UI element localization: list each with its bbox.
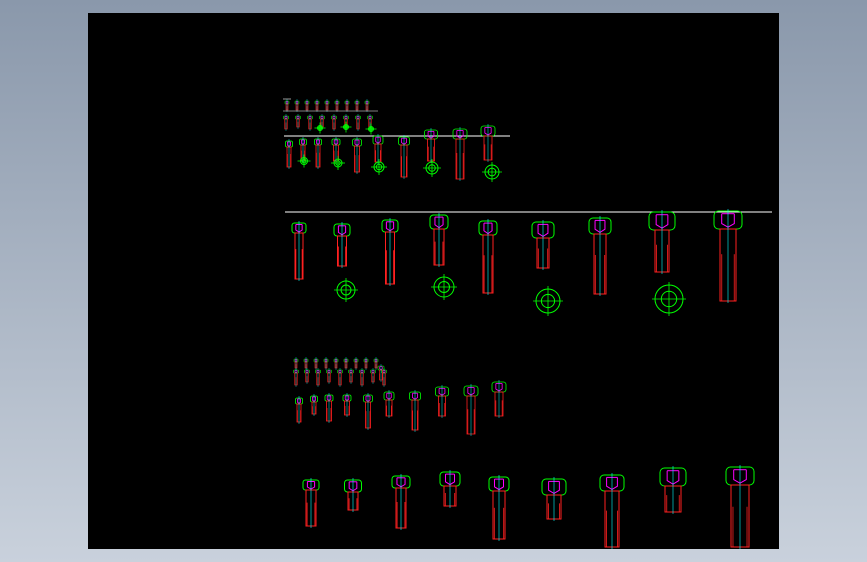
bolt-elevation xyxy=(343,357,349,370)
bolt-elevation xyxy=(352,137,362,174)
bolt-elevation xyxy=(599,473,625,549)
bolt-elevation xyxy=(478,219,498,295)
bolt-plan-view xyxy=(340,121,352,133)
bolt-plan-view xyxy=(482,162,502,182)
bolt-elevation xyxy=(531,220,555,270)
bolt-elevation xyxy=(541,477,567,521)
bolt-elevation xyxy=(659,466,687,514)
bolt-elevation xyxy=(383,390,395,418)
bolt-elevation xyxy=(344,99,350,112)
bolt-elevation xyxy=(334,99,340,112)
bolt-elevation xyxy=(313,357,319,370)
bolt-plan-view xyxy=(431,274,457,300)
bolt-elevation xyxy=(304,99,310,112)
bolt-elevation xyxy=(344,478,362,512)
bolt-elevation xyxy=(307,114,313,131)
bolt-elevation xyxy=(409,390,421,432)
bolt-elevation xyxy=(303,357,309,370)
bolt-plan-view xyxy=(371,159,387,175)
bolt-elevation xyxy=(302,478,320,528)
bolt-elevation xyxy=(359,368,365,387)
bolt-plan-view xyxy=(365,123,377,135)
bolt-elevation xyxy=(284,99,290,112)
bolt-elevation xyxy=(435,385,449,418)
bolt-elevation xyxy=(354,99,360,112)
bolt-elevation xyxy=(429,213,449,267)
bolt-elevation xyxy=(324,393,334,423)
bolt-elevation xyxy=(323,357,329,370)
bolt-elevation xyxy=(337,368,343,387)
bolt-elevation xyxy=(648,210,676,274)
bolt-elevation xyxy=(310,394,318,416)
bolt-elevation xyxy=(439,470,461,508)
bolt-elevation xyxy=(713,209,743,303)
bolt-plan-view xyxy=(297,154,311,168)
bolt-elevation xyxy=(291,221,307,281)
bolt-elevation xyxy=(285,139,293,169)
bolt-elevation xyxy=(488,475,510,541)
bolt-elevation xyxy=(331,114,337,131)
bolt-elevation xyxy=(293,368,299,387)
bolt-elevation xyxy=(342,393,352,417)
bolt-elevation xyxy=(725,465,755,549)
bolt-elevation xyxy=(314,137,322,169)
bolt-elevation xyxy=(333,357,339,370)
bolt-elevation xyxy=(364,99,370,112)
bolt-elevation xyxy=(363,357,369,370)
bolt-elevation xyxy=(348,368,354,384)
bolt-elevation xyxy=(373,357,379,370)
cad-viewport[interactable] xyxy=(88,13,779,549)
bolt-elevation xyxy=(324,99,330,112)
bolt-elevation xyxy=(381,218,399,286)
bolt-elevation xyxy=(588,216,612,296)
bolt-elevation xyxy=(491,380,507,418)
bolt-plan-view xyxy=(423,159,441,177)
bolt-elevation xyxy=(294,99,300,112)
bolt-elevations xyxy=(285,124,755,549)
bolt-elevation xyxy=(363,393,373,430)
cad-drawing xyxy=(283,98,772,549)
bolt-plan-view xyxy=(314,122,326,134)
bolt-elevation xyxy=(295,396,303,424)
tiny-bolt-rows xyxy=(283,98,387,387)
bolt-plan-view xyxy=(652,282,686,316)
bolt-plan-view xyxy=(334,278,358,302)
bolt-elevation xyxy=(333,222,351,268)
bolt-elevation xyxy=(326,368,332,384)
bolt-elevation xyxy=(370,368,376,384)
bolt-elevation xyxy=(424,128,438,163)
bolt-plan-view xyxy=(533,286,563,316)
bolt-elevation xyxy=(314,99,320,112)
bolt-elevation xyxy=(353,357,359,370)
bolt-elevation xyxy=(283,114,289,131)
bolt-elevation xyxy=(304,368,310,384)
bolt-elevation xyxy=(398,135,410,179)
bolt-elevation xyxy=(480,124,496,162)
bolt-elevation xyxy=(463,384,479,436)
bolt-elevation xyxy=(355,114,361,131)
bolt-elevation xyxy=(372,134,384,164)
bolt-elevation xyxy=(452,127,468,181)
bolt-elevation xyxy=(315,368,321,387)
bolt-elevation xyxy=(391,474,411,530)
bolt-elevation xyxy=(295,114,301,129)
